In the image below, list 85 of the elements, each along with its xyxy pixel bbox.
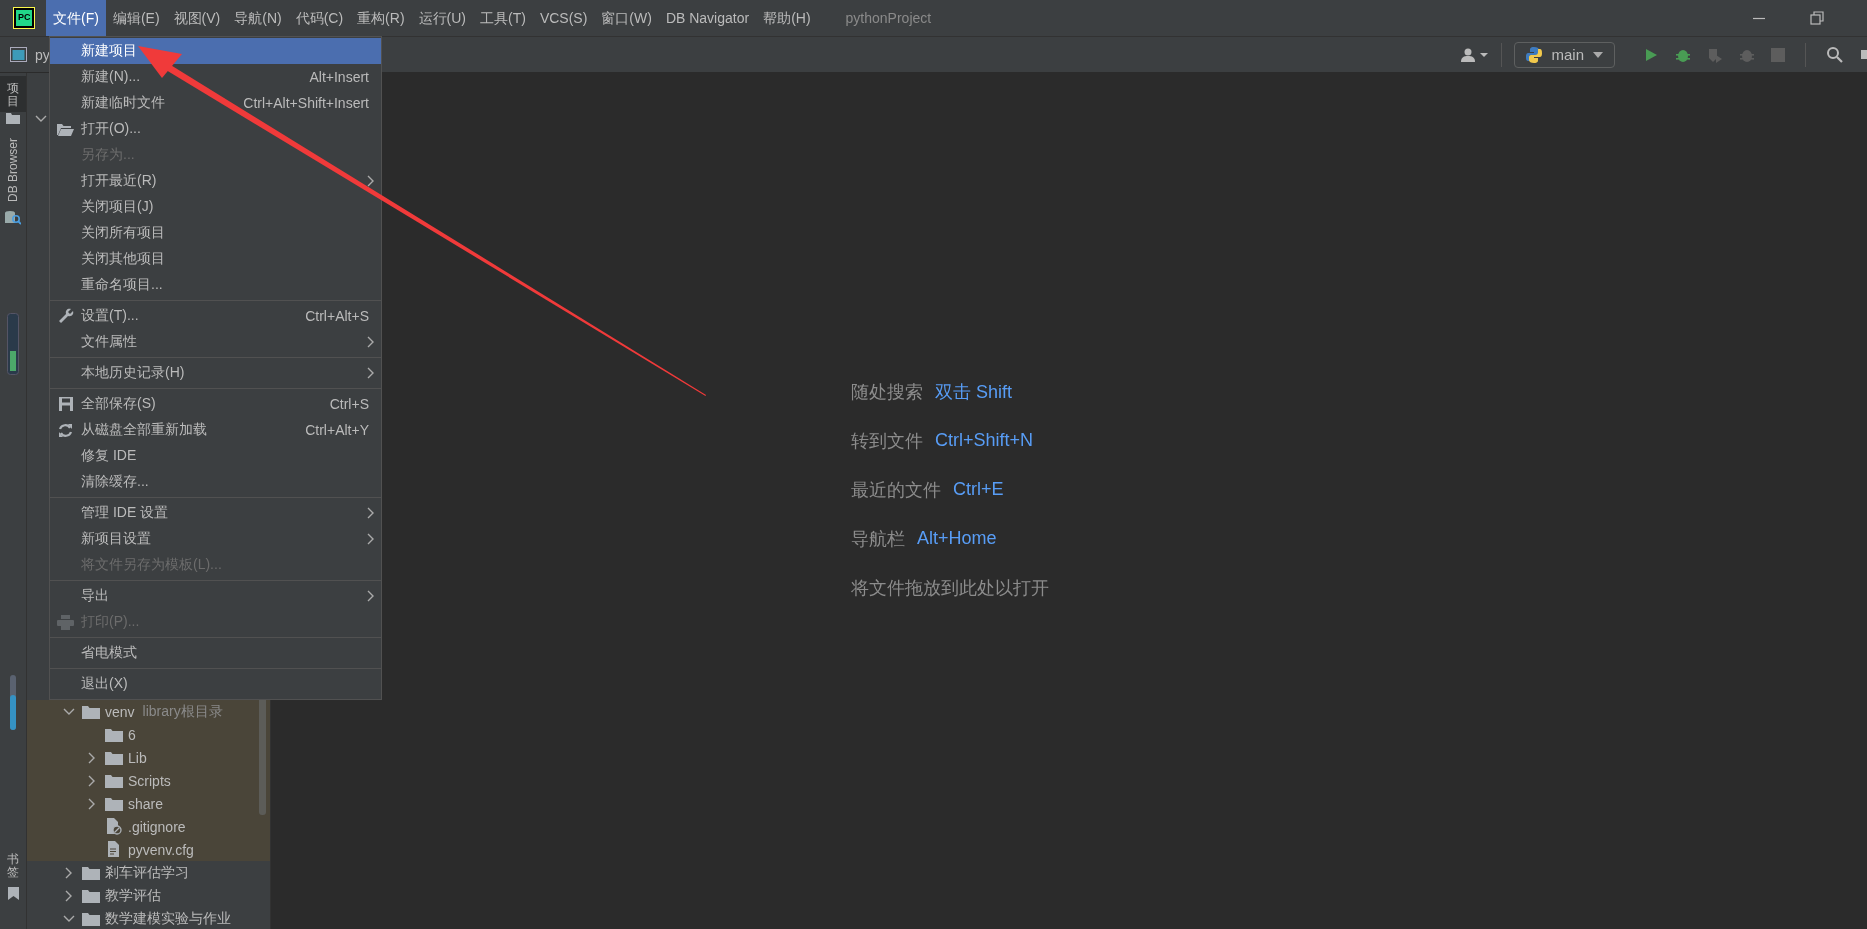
python-icon <box>1525 45 1544 64</box>
shortcut-text: Ctrl+E <box>953 479 1004 500</box>
tree-item[interactable]: Scripts <box>27 769 270 792</box>
menu-item[interactable]: 管理 IDE 设置 <box>50 500 381 526</box>
printer-icon <box>57 614 74 630</box>
search-icon[interactable] <box>1826 46 1843 63</box>
shortcut-text: Alt+Home <box>917 528 997 549</box>
menu-item[interactable]: 编辑(E) <box>105 0 167 36</box>
folder-icon <box>82 865 100 880</box>
tree-item[interactable]: pyvenv.cfg <box>27 838 270 861</box>
menu-item[interactable]: VCS(S) <box>532 0 595 36</box>
menu-item[interactable]: 窗口(W) <box>594 0 659 36</box>
menu-item[interactable]: 新建项目 <box>50 38 381 64</box>
folder-icon <box>57 122 74 136</box>
folder-icon <box>105 796 123 811</box>
bookmark-icon <box>7 887 19 900</box>
menu-item[interactable]: 文件(F) <box>46 0 106 36</box>
menu-item[interactable]: 全部保存(S) Ctrl+S <box>50 391 381 417</box>
plugin-icon[interactable] <box>1861 47 1867 62</box>
menu-item[interactable]: 新建(N)... Alt+Insert <box>50 64 381 90</box>
tree-item[interactable]: 数学建模实验与作业 <box>27 907 270 929</box>
tool-window-tab[interactable]: DB Browser <box>0 132 26 207</box>
menu-item[interactable]: 视图(V) <box>166 0 228 36</box>
menu-item[interactable]: 从磁盘全部重新加载 Ctrl+Alt+Y <box>50 417 381 443</box>
menu-item[interactable]: 文件属性 <box>50 329 381 355</box>
menu-item[interactable]: 帮助(H) <box>756 0 818 36</box>
breadcrumb[interactable]: py <box>35 46 50 63</box>
database-icon <box>5 210 21 226</box>
tree-item[interactable]: share <box>27 792 270 815</box>
app-logo: PC <box>14 8 34 28</box>
menu-item[interactable]: 导出 <box>50 583 381 609</box>
menu-item[interactable]: 运行(U) <box>411 0 473 36</box>
tree-item[interactable]: 6 <box>27 723 270 746</box>
tree-item[interactable]: 剎车评估学习 <box>27 861 270 884</box>
memory-indicator[interactable] <box>7 313 19 376</box>
menu-item[interactable]: 修复 IDE <box>50 443 381 469</box>
restore-icon[interactable] <box>1809 10 1825 26</box>
tree-item[interactable]: 教学评估 <box>27 884 270 907</box>
folder-icon <box>105 750 123 765</box>
menu-item[interactable]: 清除缓存... <box>50 469 381 495</box>
wrench-icon <box>57 308 74 324</box>
menu-item[interactable]: 工具(T) <box>473 0 533 36</box>
menu-item[interactable]: 新项目设置 <box>50 526 381 552</box>
shortcut-text: Ctrl+Shift+N <box>935 430 1034 451</box>
project-icon <box>10 47 27 62</box>
menu-item[interactable]: 导航(N) <box>227 0 289 36</box>
menu-item[interactable]: 退出(X) <box>50 671 381 697</box>
user-icon[interactable] <box>1459 46 1490 63</box>
folder-icon <box>105 727 123 742</box>
save-icon <box>58 397 73 411</box>
window-title: pythonProject <box>845 10 932 26</box>
tool-window-tab[interactable]: 项目 <box>0 76 26 113</box>
menu-item[interactable]: DB Navigator <box>658 0 757 36</box>
hint-label: 导航栏 <box>851 527 905 551</box>
folder-icon <box>105 773 123 788</box>
caret-icon <box>1592 50 1604 59</box>
folder-icon <box>82 704 100 719</box>
menu-item[interactable]: 新建临时文件 Ctrl+Alt+Shift+Insert <box>50 90 381 116</box>
run-config-dropdown[interactable]: main <box>1514 41 1615 68</box>
tree-item[interactable]: Lib <box>27 746 270 769</box>
run-icon[interactable] <box>1643 46 1659 63</box>
hint-label: 随处搜索 <box>851 380 923 404</box>
menu-item[interactable]: 省电模式 <box>50 640 381 666</box>
menu-item[interactable]: 关闭其他项目 <box>50 246 381 272</box>
hint-label: 最近的文件 <box>851 478 941 502</box>
menu-item[interactable]: 关闭项目(J) <box>50 194 381 220</box>
tree-item[interactable]: venv library根目录 <box>27 700 270 723</box>
menu-item[interactable]: 重构(R) <box>350 0 412 36</box>
hint-label: 将文件拖放到此处以打开 <box>851 576 1049 600</box>
tree-item[interactable]: .gitignore <box>27 815 270 838</box>
menu-item[interactable]: 代码(C) <box>288 0 351 36</box>
menu-item[interactable]: 打开(O)... <box>50 116 381 142</box>
folder-icon <box>82 888 100 903</box>
hint-label: 转到文件 <box>851 429 923 453</box>
menu-item[interactable]: 重命名项目... <box>50 272 381 298</box>
menu-item[interactable]: 关闭所有项目 <box>50 220 381 246</box>
reload-icon <box>58 422 73 438</box>
chevron-icon[interactable] <box>35 115 47 123</box>
scrollbar-thumb[interactable] <box>10 675 16 731</box>
file-icon <box>105 818 123 835</box>
bookmarks-tab[interactable]: 书签 <box>0 846 26 883</box>
shortcut-text: 双击 Shift <box>935 380 1013 404</box>
menu-item[interactable]: 本地历史记录(H) <box>50 360 381 386</box>
folder-icon <box>82 911 100 926</box>
menu-item[interactable]: 设置(T)... Ctrl+Alt+S <box>50 303 381 329</box>
